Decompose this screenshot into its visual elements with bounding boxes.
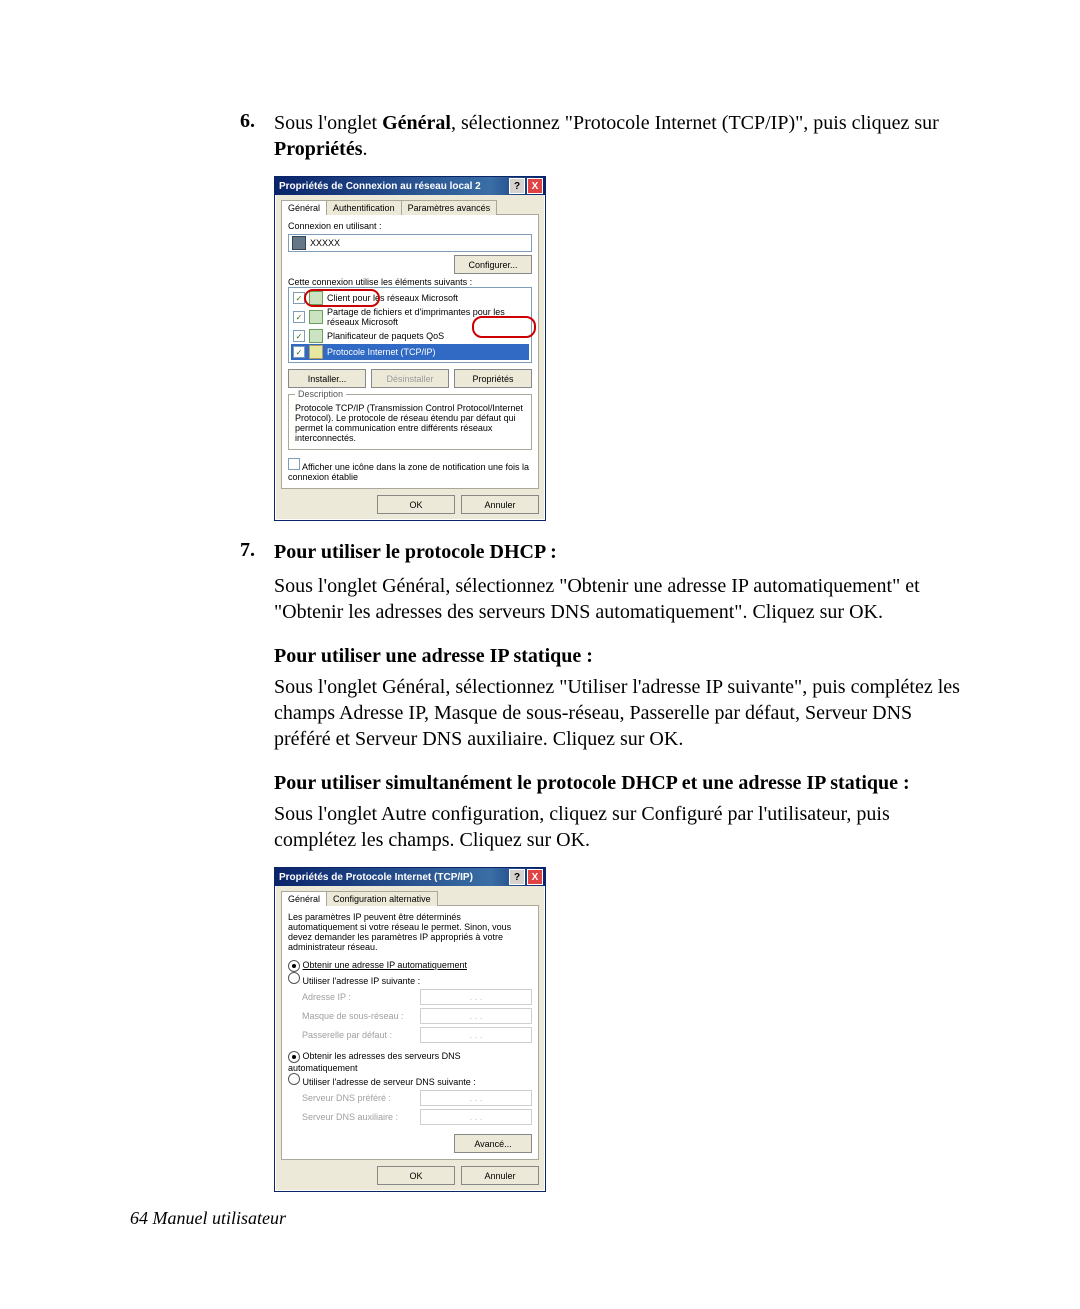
radio-auto-dns[interactable]: Obtenir les adresses des serveurs DNS au… [288,1051,532,1073]
tab-general[interactable]: Général [281,891,327,906]
radio-icon [288,1073,300,1085]
advanced-button[interactable]: Avancé... [454,1134,532,1153]
radio-manual-dns[interactable]: Utiliser l'adresse de serveur DNS suivan… [288,1073,532,1087]
tab-strip: Général Configuration alternative [281,890,539,906]
checkbox-icon[interactable] [288,458,300,470]
close-icon[interactable]: X [527,869,543,885]
description-group: Description Protocole TCP/IP (Transmissi… [288,394,532,450]
screenshot-tcpip-properties: Propriétés de Protocole Internet (TCP/IP… [274,867,546,1192]
checkbox-icon[interactable]: ✓ [293,330,305,342]
label-dns2: Serveur DNS auxiliaire : [302,1112,398,1122]
step7-paragraph: Sous l'onglet Général, sélectionnez "Obt… [274,573,960,625]
help-icon[interactable]: ? [509,178,525,194]
label-gateway: Passerelle par défaut : [302,1030,392,1040]
tab-auth[interactable]: Authentification [326,200,402,215]
nic-icon [292,236,306,250]
close-icon[interactable]: X [527,178,543,194]
help-icon[interactable]: ? [509,869,525,885]
uses-label: Cette connexion utilise les éléments sui… [288,277,532,287]
install-button[interactable]: Installer... [288,369,366,388]
cancel-button[interactable]: Annuler [461,495,539,514]
checkbox-icon[interactable]: ✓ [293,292,305,304]
tab-general[interactable]: Général [281,200,327,215]
window-titlebar: Propriétés de Protocole Internet (TCP/IP… [275,868,545,886]
both-paragraph: Sous l'onglet Autre configuration, cliqu… [274,801,960,853]
components-list[interactable]: ✓Client pour les réseaux Microsoft ✓Part… [288,287,532,363]
window-title: Propriétés de Connexion au réseau local … [279,181,481,192]
radio-manual-ip[interactable]: Utiliser l'adresse IP suivante : [288,972,532,986]
label-dns1: Serveur DNS préféré : [302,1093,391,1103]
configure-button[interactable]: Configurer... [454,255,532,274]
cancel-button[interactable]: Annuler [461,1166,539,1185]
radio-icon [288,960,300,972]
step-number: 7. [240,539,274,565]
uninstall-button[interactable]: Désinstaller [371,369,449,388]
qos-icon [309,329,323,343]
radio-icon [288,1051,300,1063]
protocol-icon [309,345,323,359]
dns1-field[interactable]: . . . [420,1090,532,1106]
tab-strip: Général Authentification Paramètres avan… [281,199,539,215]
step-number: 6. [240,110,274,162]
static-ip-paragraph: Sous l'onglet Général, sélectionnez "Uti… [274,674,960,752]
tab-alt-config[interactable]: Configuration alternative [326,891,438,906]
properties-button[interactable]: Propriétés [454,369,532,388]
step-text: Sous l'onglet Général, sélectionnez "Pro… [274,110,960,162]
list-item-tcpip: ✓Protocole Internet (TCP/IP) [291,344,529,360]
ip-field[interactable]: . . . [420,989,532,1005]
step-7: 7. Pour utiliser le protocole DHCP : [240,539,960,565]
share-icon [309,310,323,324]
checkbox-icon[interactable]: ✓ [293,311,305,323]
connect-using-label: Connexion en utilisant : [288,221,532,231]
list-item: ✓Planificateur de paquets QoS [291,328,529,344]
dns2-field[interactable]: . . . [420,1109,532,1125]
adapter-field: XXXXX [288,234,532,252]
mask-field[interactable]: . . . [420,1008,532,1024]
page-footer: 64 Manuel utilisateur [130,1208,286,1229]
label-mask: Masque de sous-réseau : [302,1011,404,1021]
ok-button[interactable]: OK [377,1166,455,1185]
step-6: 6. Sous l'onglet Général, sélectionnez "… [240,110,960,162]
ok-button[interactable]: OK [377,495,455,514]
window-titlebar: Propriétés de Connexion au réseau local … [275,177,545,195]
radio-auto-ip[interactable]: Obtenir une adresse IP automatiquement [288,960,532,972]
radio-icon [288,972,300,984]
list-item: ✓Client pour les réseaux Microsoft [291,290,529,306]
gateway-field[interactable]: . . . [420,1027,532,1043]
window-title: Propriétés de Protocole Internet (TCP/IP… [279,872,473,883]
notify-checkbox[interactable]: Afficher une icône dans la zone de notif… [288,458,532,482]
tab-advanced[interactable]: Paramètres avancés [401,200,498,215]
both-heading: Pour utiliser simultanément le protocole… [274,772,960,795]
screenshot-connection-properties: Propriétés de Connexion au réseau local … [274,176,544,521]
label-ip: Adresse IP : [302,992,351,1002]
description-text: Protocole TCP/IP (Transmission Control P… [295,403,525,443]
document-page: 6. Sous l'onglet Général, sélectionnez "… [0,0,1080,1309]
list-item: ✓Partage de fichiers et d'imprimantes po… [291,306,529,328]
client-icon [309,291,323,305]
step7-heading: Pour utiliser le protocole DHCP : [274,541,557,563]
checkbox-icon[interactable]: ✓ [293,346,305,358]
intro-text: Les paramètres IP peuvent être déterminé… [288,912,532,952]
static-ip-heading: Pour utiliser une adresse IP statique : [274,645,960,668]
